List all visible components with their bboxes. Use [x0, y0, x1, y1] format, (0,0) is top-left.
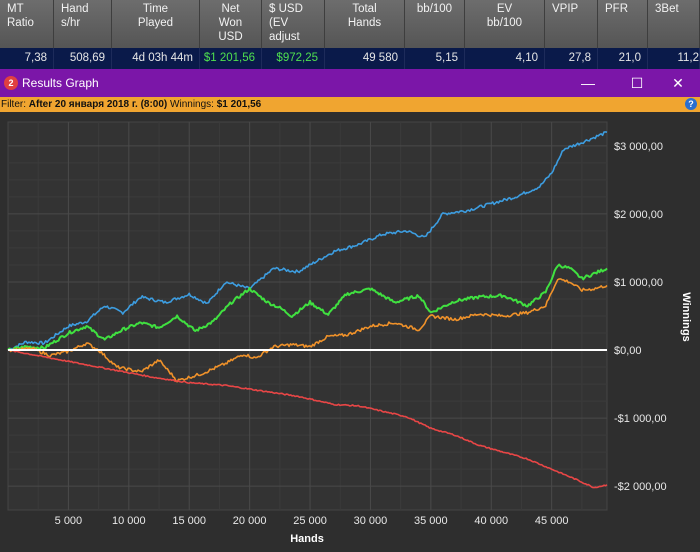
x-tick-label: 15 000 [172, 515, 206, 527]
stats-value-5: 49 580 [325, 48, 405, 69]
x-tick-label: 20 000 [233, 515, 267, 527]
filter-bar: Filter: After 20 января 2018 г. (8:00) W… [0, 97, 700, 112]
y-tick-label: -$1 000,00 [614, 413, 667, 425]
x-tick-label: 30 000 [354, 515, 388, 527]
stats-header-text: Hand [61, 3, 89, 15]
stats-header-0[interactable]: MT Ratio [0, 0, 54, 48]
stats-value-7: 4,10 [465, 48, 545, 69]
stats-header-text: PFR [605, 3, 628, 15]
stats-value-2: 4d 03h 44m [112, 48, 200, 69]
y-tick-label: $3 000,00 [614, 141, 663, 153]
stats-header-text: Time [142, 3, 169, 15]
stats-header-text: USD [218, 31, 243, 43]
stats-header-text: Played [137, 17, 174, 29]
stats-header-text: adjust [269, 31, 300, 43]
stats-header-text: Hands [347, 17, 382, 29]
filter-winnings-label: Winnings: [167, 99, 217, 110]
x-tick-label: 25 000 [293, 515, 327, 527]
stats-header-text: $ USD [269, 3, 303, 15]
stats-header-7[interactable]: EV bb/100 [465, 0, 545, 48]
stats-header-4[interactable]: $ USD (EV adjust [262, 0, 325, 48]
stats-header-6[interactable]: bb/100 [405, 0, 465, 48]
stats-header-3[interactable]: Net Won USD [200, 0, 262, 48]
stats-header-9[interactable]: PFR [598, 0, 648, 48]
stats-header-text: 3Bet [655, 3, 679, 15]
results-graph-svg: $3 000,00 $2 000,00 $1 000,00 $0,00 -$1 000,… [7, 121, 692, 545]
stats-header-text: Net [221, 3, 240, 15]
stats-value-6: 5,15 [405, 48, 465, 69]
y-axis-label: Winnings [680, 292, 692, 341]
x-tick-label: 10 000 [112, 515, 146, 527]
stats-header-text: bb/100 [416, 3, 453, 15]
y-tick-label: $2 000,00 [614, 209, 663, 221]
stats-header-text: EV [496, 3, 513, 15]
minimize-button[interactable]: — [566, 69, 610, 97]
y-tick-label: -$2 000,00 [614, 481, 667, 493]
window-titlebar: 2 Results Graph — ☐ ✕ [0, 69, 700, 97]
stats-value-3: $1 201,56 [200, 48, 262, 69]
stats-value-10: 11,2 [648, 48, 700, 69]
stats-header-2[interactable]: Time Played [112, 0, 200, 48]
stats-table: MT Ratio Hand s/hr Time Played Net Won USD $ USD (… [0, 0, 700, 69]
stats-header-1[interactable]: Hand s/hr [54, 0, 112, 48]
stats-header-row: MT Ratio Hand s/hr Time Played Net Won USD $ USD (… [0, 0, 700, 48]
x-tick-label: 45 000 [535, 515, 569, 527]
stats-value-4: $972,25 [262, 48, 325, 69]
stats-header-5[interactable]: Total Hands [325, 0, 405, 48]
stats-header-text: MT [7, 3, 24, 15]
maximize-button[interactable]: ☐ [615, 69, 659, 97]
stats-header-8[interactable]: VPIP [545, 0, 598, 48]
filter-date: After 20 января 2018 г. (8:00) [28, 99, 168, 110]
window-title: Results Graph [22, 76, 99, 90]
x-axis-label: Hands [290, 533, 324, 545]
help-icon[interactable]: ? [685, 98, 697, 110]
stats-header-text: Won [218, 17, 243, 29]
stats-header-text: Ratio [7, 17, 34, 29]
stats-header-text: bb/100 [486, 17, 523, 29]
x-tick-label: 5 000 [55, 515, 83, 527]
stats-value-8: 27,8 [545, 48, 598, 69]
app-icon: 2 [4, 76, 18, 90]
stats-header-10[interactable]: 3Bet [648, 0, 700, 48]
stats-header-text: (EV [269, 17, 289, 29]
stats-header-text: s/hr [61, 17, 81, 29]
results-graph: $3 000,00 $2 000,00 $1 000,00 $0,00 -$1 000,… [0, 112, 700, 552]
stats-value-row: 7,38 508,69 4d 03h 44m $1 201,56 $972,25 49 5… [0, 48, 700, 69]
stats-header-text: VPIP [552, 3, 579, 15]
stats-value-0: 7,38 [0, 48, 54, 69]
close-button[interactable]: ✕ [656, 69, 700, 97]
filter-winnings-value: $1 201,56 [216, 99, 262, 110]
x-tick-label: 35 000 [414, 515, 448, 527]
y-tick-label: $0,00 [614, 345, 642, 357]
stats-value-9: 21,0 [598, 48, 648, 69]
stats-value-1: 508,69 [54, 48, 112, 69]
y-tick-label: $1 000,00 [614, 277, 663, 289]
filter-prefix: Filter: [1, 99, 29, 110]
x-tick-label: 40 000 [474, 515, 508, 527]
stats-header-text: Total [352, 3, 377, 15]
